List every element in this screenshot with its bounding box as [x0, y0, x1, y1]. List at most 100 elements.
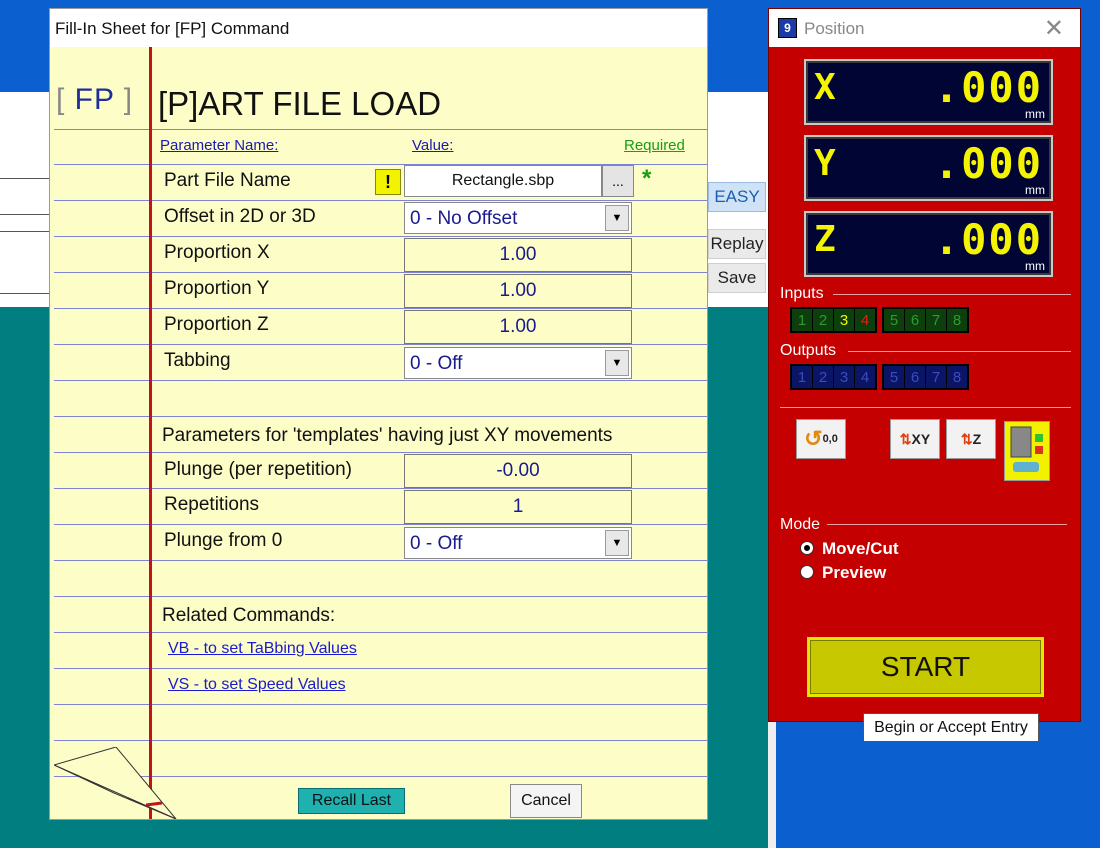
tabbing-select[interactable]: 0 - Off ▼ — [404, 347, 632, 379]
position-title-bar[interactable]: 9 Position ✕ — [769, 9, 1080, 47]
zero-xy-label: XY — [911, 431, 931, 447]
plunge-from-0-label: Plunge from 0 — [164, 530, 283, 551]
x-readout[interactable]: X .000 mm — [804, 59, 1053, 125]
keypad-graphic — [1010, 426, 1043, 472]
input-indicator: 1 — [792, 309, 812, 331]
zero-xy-button[interactable]: ⇅ XY — [890, 419, 940, 459]
zero-axes-button[interactable]: ↺ 0,0 — [796, 419, 846, 459]
position-title: Position — [804, 19, 865, 38]
zero-axes-label: 0,0 — [822, 433, 838, 445]
y-readout[interactable]: Y .000 mm — [804, 135, 1053, 201]
command-tag-text: FP — [74, 83, 115, 116]
z-axis-unit: mm — [1025, 259, 1045, 273]
background-divider — [0, 178, 55, 179]
output-indicator[interactable]: 2 — [813, 366, 833, 388]
x-axis-unit: mm — [1025, 107, 1045, 121]
x-axis-value: .000 — [933, 63, 1043, 112]
move-cut-radio[interactable] — [800, 541, 814, 555]
part-file-name-label: Part File Name — [164, 170, 291, 191]
warning-icon[interactable]: ! — [375, 169, 401, 195]
input-indicator: 6 — [905, 309, 925, 331]
plunge-label: Plunge (per repetition) — [164, 459, 352, 480]
outputs-label: Outputs — [780, 342, 837, 359]
templates-note: Parameters for 'templates' having just X… — [162, 425, 613, 446]
outputs-group-2: 5 6 7 8 — [882, 364, 969, 390]
plunge-from-0-select[interactable]: 0 - Off ▼ — [404, 527, 632, 559]
background-window-edge — [768, 720, 776, 848]
paper-plane-icon — [54, 747, 177, 819]
section-divider — [848, 351, 1071, 352]
output-indicator[interactable]: 5 — [884, 366, 904, 388]
value-header: Value: — [412, 137, 454, 154]
preview-radio[interactable] — [800, 565, 814, 579]
input-indicator: 2 — [813, 309, 833, 331]
output-indicator[interactable]: 6 — [905, 366, 925, 388]
output-indicator[interactable]: 3 — [834, 366, 854, 388]
z-axis-value: .000 — [933, 215, 1043, 264]
chevron-down-icon[interactable]: ▼ — [605, 350, 629, 376]
input-indicator: 4 — [855, 309, 875, 331]
z-axis-label: Z — [814, 219, 836, 260]
offset-label: Offset in 2D or 3D — [164, 206, 316, 227]
zero-z-label: Z — [972, 431, 982, 447]
output-indicator[interactable]: 7 — [926, 366, 946, 388]
position-window: 9 Position ✕ X .000 mm Y .000 mm Z .000 … — [768, 8, 1081, 722]
repetitions-input[interactable]: 1 — [404, 490, 632, 524]
proportion-y-label: Proportion Y — [164, 278, 270, 299]
input-indicator: 7 — [926, 309, 946, 331]
cancel-button[interactable]: Cancel — [510, 784, 582, 818]
plunge-input[interactable]: -0.00 — [404, 454, 632, 488]
save-button[interactable]: Save — [708, 263, 766, 293]
start-button[interactable]: START — [807, 637, 1044, 697]
output-indicator[interactable]: 8 — [947, 366, 967, 388]
proportion-x-input[interactable]: 1.00 — [404, 238, 632, 272]
app-icon: 9 — [778, 18, 797, 38]
offset-select[interactable]: 0 - No Offset ▼ — [404, 202, 632, 234]
easy-button[interactable]: EASY — [708, 182, 766, 212]
section-divider — [780, 407, 1071, 408]
fill-in-title-bar[interactable]: Fill-In Sheet for [FP] Command — [50, 9, 707, 47]
y-axis-unit: mm — [1025, 183, 1045, 197]
keypad-icon[interactable] — [1004, 421, 1050, 481]
tabbing-select-value: 0 - Off — [410, 353, 463, 374]
required-header: Required — [624, 137, 685, 154]
z-readout[interactable]: Z .000 mm — [804, 211, 1053, 277]
inputs-group-2: 5 6 7 8 — [882, 307, 969, 333]
browse-button[interactable]: ... — [602, 165, 634, 197]
chevron-down-icon[interactable]: ▼ — [605, 530, 629, 556]
recall-last-button[interactable]: Recall Last — [298, 788, 405, 814]
vb-command-link[interactable]: VB - to set TaBbing Values — [168, 640, 357, 658]
vs-command-link[interactable]: VS - to set Speed Values — [168, 676, 346, 694]
required-star-icon: * — [642, 165, 652, 192]
close-icon[interactable]: ✕ — [1044, 14, 1064, 43]
input-indicator: 3 — [834, 309, 854, 331]
zero-z-button[interactable]: ⇅ Z — [946, 419, 996, 459]
chevron-down-icon[interactable]: ▼ — [605, 205, 629, 231]
output-indicator[interactable]: 1 — [792, 366, 812, 388]
outputs-group-1: 1 2 3 4 — [790, 364, 877, 390]
y-axis-value: .000 — [933, 139, 1043, 188]
background-divider — [0, 214, 55, 215]
background-divider — [0, 293, 55, 294]
part-file-name-input[interactable]: Rectangle.sbp — [404, 165, 602, 197]
output-indicator[interactable]: 4 — [855, 366, 875, 388]
section-divider — [827, 524, 1067, 525]
preview-label[interactable]: Preview — [822, 563, 886, 583]
y-axis-label: Y — [814, 143, 836, 184]
offset-select-value: 0 - No Offset — [410, 208, 518, 229]
plunge-from-0-select-value: 0 - Off — [410, 533, 463, 554]
proportion-z-input[interactable]: 1.00 — [404, 310, 632, 344]
x-axis-label: X — [814, 67, 836, 108]
tabbing-label: Tabbing — [164, 350, 231, 371]
inputs-label: Inputs — [780, 285, 824, 302]
proportion-x-label: Proportion X — [164, 242, 270, 263]
proportion-y-input[interactable]: 1.00 — [404, 274, 632, 308]
input-indicator: 8 — [947, 309, 967, 331]
repetitions-label: Repetitions — [164, 494, 260, 515]
proportion-z-label: Proportion Z — [164, 314, 269, 335]
fill-in-sheet-body: [ FP ] [P]ART FILE LOAD Parameter Name: … — [54, 47, 707, 819]
mode-label: Mode — [780, 516, 821, 533]
replay-button[interactable]: Replay — [708, 229, 766, 259]
move-cut-label[interactable]: Move/Cut — [822, 539, 899, 559]
page-title: [P]ART FILE LOAD — [158, 85, 442, 122]
